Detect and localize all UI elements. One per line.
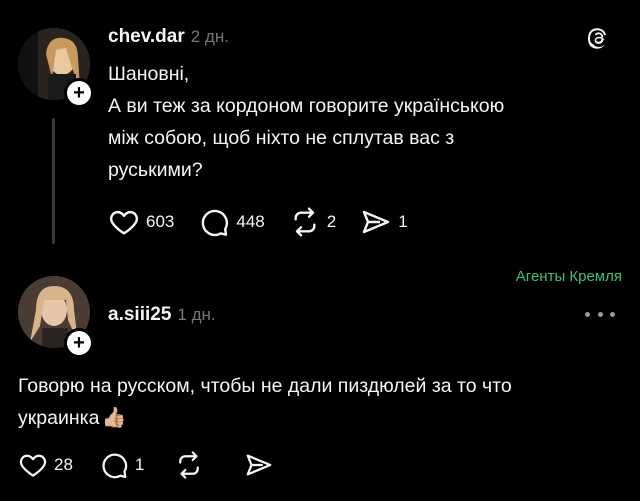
post-header: chev.dar 2 дн.	[108, 26, 229, 48]
reply-actions: 28 1	[18, 450, 280, 480]
repost-button[interactable]: 2	[289, 206, 336, 238]
repost-icon	[179, 451, 200, 479]
post-actions: 603 448 2 1	[108, 206, 408, 238]
reply-count: 448	[236, 212, 265, 231]
share-button[interactable]	[244, 450, 280, 480]
like-count: 28	[54, 455, 73, 474]
more-dots-icon[interactable]	[585, 304, 615, 324]
heart-icon	[110, 210, 138, 235]
share-count: 1	[398, 212, 408, 231]
send-icon	[247, 454, 272, 476]
send-icon	[363, 210, 390, 234]
repost-button[interactable]	[174, 450, 210, 480]
post-time: 2 дн.	[190, 27, 229, 46]
reply-time: 1 дн.	[177, 305, 216, 324]
heart-icon	[19, 454, 47, 477]
comment-icon	[202, 209, 229, 237]
threads-logo-icon[interactable]	[584, 24, 612, 52]
reply-username[interactable]: a.siii25	[108, 304, 171, 326]
thread-line	[52, 118, 55, 244]
post-username[interactable]: chev.dar	[108, 26, 185, 48]
like-count: 603	[146, 212, 175, 231]
reply-count: 1	[134, 455, 145, 474]
follow-plus-icon[interactable]: +	[64, 328, 94, 358]
follow-plus-icon[interactable]: +	[64, 78, 94, 108]
share-button[interactable]: 1	[360, 206, 408, 238]
post-text-line: між собою, щоб ніхто не сплутав вас з	[108, 127, 455, 149]
reply-text-line: Говорю на русском, чтобы не дали пиздюле…	[18, 375, 512, 397]
reply-button[interactable]: 448	[198, 206, 265, 238]
post-text: Шановні, А ви теж за кордоном говорите у…	[108, 58, 608, 186]
thumbs-up-emoji: 👍🏼	[101, 407, 127, 429]
like-button[interactable]: 28	[18, 450, 73, 480]
like-button[interactable]: 603	[108, 206, 174, 238]
comment-icon	[102, 453, 128, 479]
reply-button[interactable]: 1	[99, 450, 144, 480]
post-text-line: руськими?	[108, 159, 203, 181]
reply-header: a.siii25 1 дн.	[108, 304, 216, 326]
post-text-line: А ви теж за кордоном говорите українсько…	[108, 95, 505, 117]
reply-text: Говорю на русском, чтобы не дали пиздюле…	[18, 370, 628, 434]
repost-count: 2	[326, 212, 337, 231]
tag-label: Агенты Кремля	[515, 268, 622, 285]
post-text-line: Шановні,	[108, 63, 190, 85]
repost-icon	[294, 207, 316, 237]
reply-text-line: украинка	[18, 407, 100, 429]
